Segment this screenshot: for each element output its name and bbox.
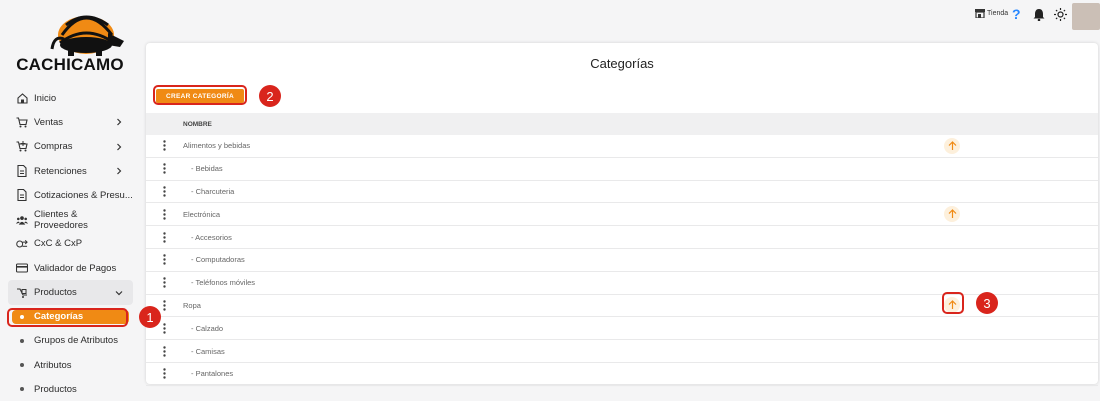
sidebar-item-cotizaciones-presu[interactable]: Cotizaciones & Presu... xyxy=(8,183,133,207)
sidebar-subitem-label: Atributos xyxy=(34,359,72,371)
more-options-icon[interactable] xyxy=(146,140,183,152)
store-icon xyxy=(975,9,985,18)
bullet-icon xyxy=(20,363,24,368)
bullet-icon xyxy=(20,338,24,343)
sidebar-item-inicio[interactable]: Inicio xyxy=(8,86,133,110)
more-options-icon[interactable] xyxy=(146,277,183,288)
page-title: Categorías xyxy=(590,56,654,71)
more-options-icon[interactable] xyxy=(146,163,183,174)
sidebar-item-clientes-proveedores[interactable]: Clientes & Proveedores xyxy=(8,207,133,231)
category-name: - Computadoras xyxy=(191,255,245,265)
theme-toggle-icon[interactable] xyxy=(1054,8,1067,26)
annotation-box-create xyxy=(153,85,247,105)
sidebar-item-label: Ventas xyxy=(34,116,64,128)
cart-icon xyxy=(16,116,28,128)
category-name: - Pantalones xyxy=(191,369,234,379)
annotation-badge-1: 1 xyxy=(139,306,161,328)
document-icon xyxy=(16,189,28,202)
chevron-down-icon xyxy=(115,289,123,297)
topbar: Tienda ? xyxy=(140,0,1100,34)
more-options-icon[interactable] xyxy=(146,345,183,357)
sidebar-item-label: Compras xyxy=(34,141,73,153)
table-row[interactable]: - Camisas xyxy=(146,340,1098,363)
help-icon[interactable]: ? xyxy=(1012,6,1021,22)
category-name: - Accesorios xyxy=(191,232,232,242)
sidebar-item-label: CxC & CxP xyxy=(34,238,83,250)
sidebar-subitem-grupos-de-atributos[interactable]: Grupos de Atributos xyxy=(8,329,133,353)
more-options-icon[interactable] xyxy=(146,231,183,243)
categories-table: NOMBRE Alimentos y bebidas - Bebidas - Cha… xyxy=(146,113,1098,386)
sidebar-item-label: Inicio xyxy=(34,92,57,104)
more-options-icon[interactable] xyxy=(146,254,183,266)
more-options-icon[interactable] xyxy=(146,368,183,380)
category-name: - Bebidas xyxy=(191,164,223,174)
sidebar-item-label: Validador de Pagos xyxy=(34,262,117,274)
sidebar-item-label: Productos xyxy=(34,287,77,299)
document-icon xyxy=(16,165,28,178)
sidebar-item-label: Cotizaciones & Presu... xyxy=(34,189,133,201)
move-up-icon[interactable] xyxy=(944,206,960,223)
sidebar-nav: Inicio Ventas Compras Retenciones Cotizacion… xyxy=(8,86,133,401)
table-row[interactable]: - Bebidas xyxy=(146,158,1098,181)
table-row[interactable]: - Computadoras xyxy=(146,249,1098,272)
table-row[interactable]: - Charcuteria xyxy=(146,181,1098,204)
sidebar-subitem-label: Grupos de Atributos xyxy=(34,335,118,347)
store-link[interactable]: Tienda xyxy=(975,9,1008,18)
category-name: - Teléfonos móviles xyxy=(191,278,256,288)
chevron-right-icon xyxy=(115,118,123,126)
sidebar-item-cxc-cxp[interactable]: CxC & CxP xyxy=(8,232,133,256)
store-label: Tienda xyxy=(987,10,1009,17)
avatar[interactable] xyxy=(1072,3,1100,30)
categories-card: Categorías CREAR CATEGORÍA NOMBRE Alimen… xyxy=(146,43,1098,386)
column-header-name: NOMBRE xyxy=(183,120,212,128)
table-header: NOMBRE xyxy=(146,113,1098,135)
category-name: Ropa xyxy=(183,300,201,310)
category-name: - Camisas xyxy=(191,346,225,356)
armadillo-logo[interactable] xyxy=(50,5,126,57)
bell-icon[interactable] xyxy=(1033,8,1045,26)
table-row[interactable]: Electrónica xyxy=(146,203,1098,227)
table-row[interactable]: Alimentos y bebidas xyxy=(146,135,1098,158)
table-row[interactable]: - Pantalones xyxy=(146,363,1098,386)
box-icon xyxy=(16,287,28,299)
brand-name: CACHICAMO xyxy=(16,55,124,74)
category-name: Alimentos y bebidas xyxy=(183,141,251,151)
annotation-box-categorias xyxy=(7,308,128,327)
sidebar-item-label: Clientes & Proveedores xyxy=(34,208,88,231)
annotation-badge-3: 3 xyxy=(976,292,998,314)
category-name: - Calzado xyxy=(191,323,224,333)
card-icon xyxy=(16,262,28,274)
sidebar-item-label: Retenciones xyxy=(34,165,87,177)
sidebar-subitem-atributos[interactable]: Atributos xyxy=(8,353,133,377)
category-name: - Charcuteria xyxy=(191,186,235,196)
home-icon xyxy=(16,92,28,104)
more-options-icon[interactable] xyxy=(146,209,183,220)
sidebar-subitem-productos[interactable]: Productos xyxy=(8,377,133,401)
move-up-icon[interactable] xyxy=(944,137,960,154)
table-row[interactable]: - Accesorios xyxy=(146,226,1098,249)
sidebar-item-productos[interactable]: Productos xyxy=(8,280,133,305)
category-name: Electrónica xyxy=(183,209,221,219)
sidebar-item-retenciones[interactable]: Retenciones xyxy=(8,159,133,183)
annotation-box-up xyxy=(942,292,964,314)
sidebar: CACHICAMO Inicio Ventas Compras Retenciones… xyxy=(0,0,140,401)
exchange-icon xyxy=(16,238,28,250)
sidebar-item-validador-de-pagos[interactable]: Validador de Pagos xyxy=(8,256,133,280)
chevron-right-icon xyxy=(115,167,123,175)
sidebar-subitem-label: Productos xyxy=(34,383,77,395)
users-icon xyxy=(16,214,28,226)
sidebar-item-ventas[interactable]: Ventas xyxy=(8,110,133,134)
cart-plus-icon xyxy=(16,141,28,153)
table-row[interactable]: - Calzado xyxy=(146,317,1098,341)
annotation-badge-2: 2 xyxy=(259,85,281,107)
bullet-icon xyxy=(20,387,24,392)
chevron-right-icon xyxy=(115,143,123,151)
sidebar-item-compras[interactable]: Compras xyxy=(8,135,133,159)
more-options-icon[interactable] xyxy=(146,186,183,197)
